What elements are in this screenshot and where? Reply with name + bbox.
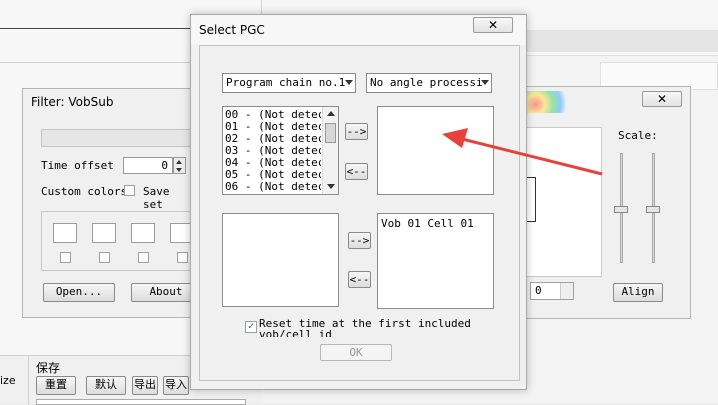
add-cell-button[interactable]: --> bbox=[348, 232, 371, 249]
add-button[interactable]: --> bbox=[345, 123, 368, 140]
export-button[interactable]: 导出 bbox=[132, 376, 158, 395]
scroll-up-icon[interactable] bbox=[327, 111, 335, 116]
remove-cell-button[interactable]: <-- bbox=[348, 271, 371, 288]
scroll-down-icon[interactable] bbox=[327, 184, 335, 189]
reset-time-checkbox[interactable]: ✓ bbox=[245, 321, 257, 333]
color-checkbox-1[interactable] bbox=[60, 252, 71, 263]
save-settings-label: Save set bbox=[143, 185, 170, 211]
bottom-field bbox=[36, 399, 246, 405]
color-wheel-hint bbox=[520, 91, 572, 113]
program-chain-value: Program chain no.1 bbox=[226, 76, 346, 89]
filter-window-title: Filter: VobSub bbox=[31, 95, 114, 109]
bottom-divider bbox=[28, 356, 29, 404]
select-pgc-dialog: Select PGC ✕ Program chain no.1 No angle… bbox=[190, 14, 527, 390]
background-strip bbox=[520, 30, 718, 52]
align-button[interactable]: Align bbox=[613, 283, 663, 302]
filter-title-bar: Filter: VobSub bbox=[23, 89, 195, 117]
source-pgc-list[interactable]: 00 - (Not detect 01 - (Not detect 02 - (… bbox=[222, 106, 339, 195]
reset-time-label-clip: vob/cell id bbox=[259, 329, 332, 337]
custom-colors-checkbox[interactable] bbox=[124, 185, 135, 196]
preview-inner bbox=[526, 177, 536, 222]
color-swatch-3[interactable] bbox=[131, 223, 155, 243]
slider-thumb-1[interactable] bbox=[614, 206, 628, 213]
right-close-button[interactable]: ✕ bbox=[642, 91, 682, 107]
open-button[interactable]: Open... bbox=[43, 283, 115, 302]
import-button[interactable]: 导入 bbox=[163, 376, 189, 395]
save-group-label: 保存 bbox=[36, 361, 61, 375]
reset-time-label-2: vob/cell id bbox=[259, 329, 332, 337]
close-icon: ✕ bbox=[656, 92, 668, 106]
scroll-thumb[interactable] bbox=[325, 123, 336, 143]
available-cells-list[interactable] bbox=[222, 213, 339, 307]
spin-up-icon bbox=[176, 160, 182, 164]
source-list-scrollbar[interactable] bbox=[322, 107, 338, 194]
color-swatch-2[interactable] bbox=[92, 223, 116, 243]
right-spin-value: 0 bbox=[535, 284, 542, 297]
remove-button[interactable]: <-- bbox=[345, 163, 368, 180]
slider-thumb-2[interactable] bbox=[646, 206, 660, 213]
color-checkbox-3[interactable] bbox=[138, 252, 149, 263]
pgc-close-button[interactable]: ✕ bbox=[473, 17, 513, 33]
time-offset-label: Time offset bbox=[41, 159, 114, 172]
custom-colors-label: Custom colors: bbox=[41, 185, 134, 198]
ok-button[interactable]: OK bbox=[320, 344, 392, 361]
right-spin-input[interactable]: 0 bbox=[530, 282, 574, 300]
selected-cells-list[interactable]: Vob 01 Cell 01 bbox=[377, 213, 494, 309]
annotation-arrow bbox=[442, 128, 603, 176]
default-button[interactable]: 默认 bbox=[86, 376, 126, 395]
list-item[interactable]: 06 - (Not detect bbox=[225, 181, 321, 193]
time-offset-value: 0 bbox=[161, 159, 168, 172]
time-offset-spinner[interactable] bbox=[173, 157, 186, 174]
color-checkbox-4[interactable] bbox=[177, 252, 188, 263]
scale-label: Scale: bbox=[618, 129, 658, 142]
spin-down-icon bbox=[176, 168, 182, 172]
select-pgc-title-bar: Select PGC ✕ bbox=[191, 15, 526, 45]
filter-vobsub-window: Filter: VobSub Time offset 0 Custom colo… bbox=[22, 88, 201, 318]
size-label: ize bbox=[0, 374, 16, 387]
annotation-arrow-head bbox=[442, 128, 468, 148]
time-offset-input[interactable]: 0 bbox=[123, 157, 173, 174]
list-item[interactable]: Vob 01 Cell 01 bbox=[381, 217, 474, 230]
color-swatch-1[interactable] bbox=[53, 223, 77, 243]
chevron-down-icon bbox=[481, 80, 489, 85]
right-spin-arrows-icon bbox=[560, 283, 573, 299]
filter-preview-bar bbox=[41, 129, 197, 147]
program-chain-select[interactable]: Program chain no.1 bbox=[222, 73, 356, 93]
angle-value: No angle processi bbox=[370, 76, 483, 89]
chevron-down-icon bbox=[345, 80, 353, 85]
source-list-items: 00 - (Not detect 01 - (Not detect 02 - (… bbox=[225, 109, 321, 193]
reset-button[interactable]: 重置 bbox=[36, 376, 76, 395]
color-checkbox-2[interactable] bbox=[99, 252, 110, 263]
annotation-arrow-line bbox=[457, 136, 603, 176]
close-icon: ✕ bbox=[487, 18, 499, 32]
angle-select[interactable]: No angle processi bbox=[366, 73, 492, 93]
select-pgc-title: Select PGC bbox=[199, 23, 265, 37]
